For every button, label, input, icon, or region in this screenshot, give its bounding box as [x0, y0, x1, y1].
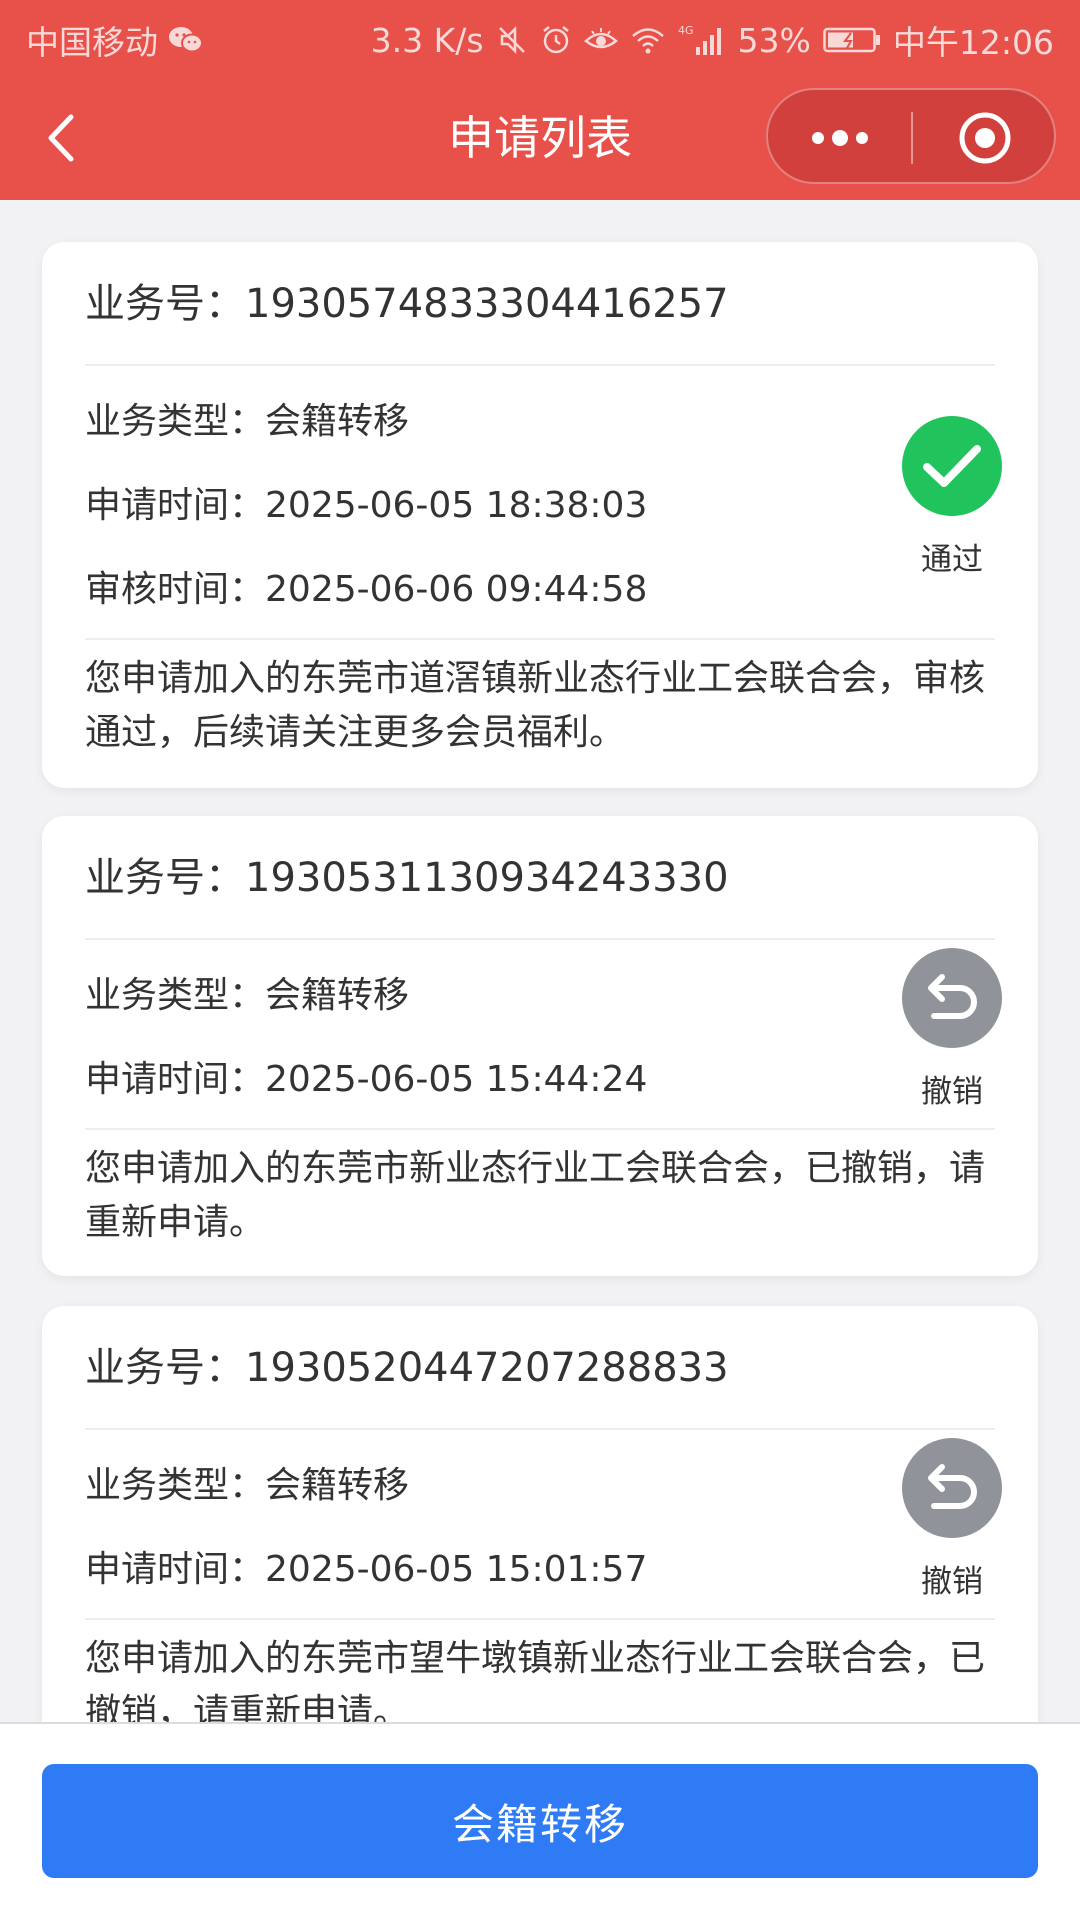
business-type-value: 会籍转移: [265, 975, 410, 1016]
status-revoked: 撤销: [897, 1438, 1007, 1601]
status-bar: 中国移动 3.3 K/s 4G 53% 中午12:06: [0, 0, 1080, 76]
business-type-label: 业务类型：: [85, 401, 266, 442]
business-type-label: 业务类型：: [85, 1465, 266, 1506]
status-left: 中国移动: [26, 16, 204, 64]
business-type-row: 业务类型：会籍转移: [85, 1456, 409, 1508]
more-button[interactable]: [768, 90, 911, 186]
status-label: 撤销: [921, 1074, 983, 1110]
apply-time-label: 申请时间：: [85, 1549, 266, 1590]
status-revoked: 撤销: [897, 948, 1007, 1111]
business-number-value: 1930574833304416257: [245, 281, 729, 327]
review-time-value: 2025-06-06 09:44:58: [265, 569, 648, 610]
application-card[interactable]: 业务号：1930574833304416257 业务类型：会籍转移 申请时间：2…: [42, 242, 1038, 788]
apply-time-row: 申请时间：2025-06-05 18:38:03: [85, 476, 647, 528]
review-time-row: 审核时间：2025-06-06 09:44:58: [85, 560, 647, 612]
wifi-icon: [630, 25, 666, 55]
business-number-label: 业务号：: [85, 855, 245, 901]
network-type-label: 4G: [678, 24, 694, 37]
chevron-left-icon: [48, 114, 74, 162]
business-number-row: 业务号：1930574833304416257: [85, 242, 995, 366]
review-time-label: 审核时间：: [85, 569, 266, 610]
application-card[interactable]: 业务号：1930520447207288833 业务类型：会籍转移 申请时间：2…: [42, 1306, 1038, 1722]
apply-time-label: 申请时间：: [85, 1059, 266, 1100]
more-dots-icon: [811, 130, 868, 146]
mute-icon: [496, 24, 528, 56]
check-icon: [902, 416, 1002, 516]
bottom-action-bar: 会籍转移: [0, 1722, 1080, 1920]
signal-icon: 4G: [678, 23, 726, 57]
apply-time-row: 申请时间：2025-06-05 15:01:57: [85, 1540, 647, 1592]
business-number-value: 1930531130934243330: [245, 855, 729, 901]
status-approved: 通过: [897, 416, 1007, 579]
clock-time: 中午12:06: [892, 23, 1054, 62]
apply-time-label: 申请时间：: [85, 485, 266, 526]
business-number-row: 业务号：1930520447207288833: [85, 1306, 995, 1430]
status-right: 3.3 K/s 4G 53% 中午12:06: [371, 16, 1054, 64]
business-type-value: 会籍转移: [265, 1465, 410, 1506]
back-button[interactable]: [30, 106, 90, 170]
wechat-icon: [168, 25, 204, 55]
business-type-row: 业务类型：会籍转移: [85, 966, 409, 1018]
battery-icon: [823, 26, 881, 54]
navigation-bar: 申请列表: [0, 76, 1080, 200]
carrier-name: 中国移动: [26, 23, 158, 62]
status-label: 撤销: [921, 1564, 983, 1600]
application-card[interactable]: 业务号：1930531130934243330 业务类型：会籍转移 申请时间：2…: [42, 816, 1038, 1276]
apply-time-value: 2025-06-05 15:44:24: [265, 1059, 648, 1100]
membership-transfer-button[interactable]: 会籍转移: [42, 1764, 1038, 1878]
net-speed: 3.3 K/s: [370, 20, 484, 60]
result-message: 您申请加入的东莞市望牛墩镇新业态行业工会联合会，已撤销，请重新申请。: [85, 1638, 986, 1722]
apply-time-value: 2025-06-05 15:01:57: [265, 1549, 648, 1590]
business-type-label: 业务类型：: [85, 975, 266, 1016]
undo-icon: [902, 948, 1002, 1048]
apply-time-row: 申请时间：2025-06-05 15:44:24: [85, 1050, 647, 1102]
result-message: 您申请加入的东莞市新业态行业工会联合会，已撤销，请重新申请。: [85, 1148, 986, 1243]
application-list[interactable]: 业务号：1930574833304416257 业务类型：会籍转移 申请时间：2…: [0, 200, 1080, 1722]
card-divider: [85, 1128, 995, 1130]
close-mini-program-button[interactable]: [913, 90, 1056, 186]
target-close-icon: [959, 112, 1010, 164]
business-number-row: 业务号：1930531130934243330: [85, 816, 995, 940]
eye-icon: [583, 25, 618, 55]
status-label: 通过: [921, 542, 983, 578]
alarm-icon: [540, 24, 572, 56]
business-number-label: 业务号：: [85, 281, 245, 327]
battery-percent: 53%: [737, 20, 811, 60]
business-number-value: 1930520447207288833: [245, 1345, 729, 1391]
mini-program-capsule: [766, 88, 1056, 184]
business-type-value: 会籍转移: [265, 401, 410, 442]
business-number-label: 业务号：: [85, 1345, 245, 1391]
apply-time-value: 2025-06-05 18:38:03: [265, 485, 648, 526]
card-divider: [85, 1618, 995, 1620]
business-type-row: 业务类型：会籍转移: [85, 392, 409, 444]
undo-icon: [902, 1438, 1002, 1538]
card-divider: [85, 638, 995, 640]
result-message: 您申请加入的东莞市道滘镇新业态行业工会联合会，审核通过，后续请关注更多会员福利。: [85, 658, 986, 753]
